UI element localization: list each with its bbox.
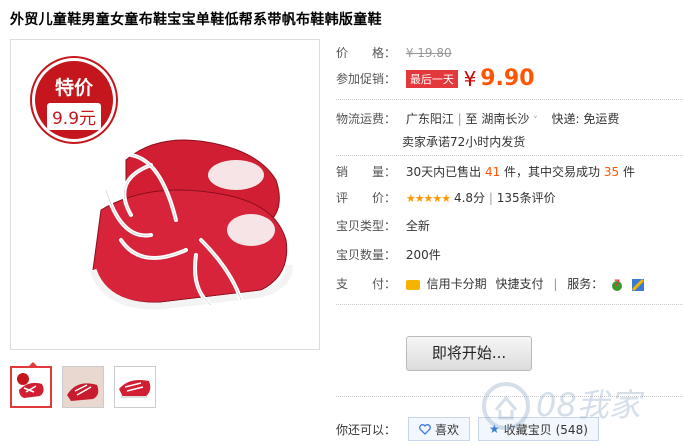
sales-row: 销 量： 30天内已售出 41 件，其中交易成功 35 件 — [336, 163, 635, 180]
sales-suffix: 件 — [623, 165, 636, 179]
shipping-from: 广东阳江 — [405, 112, 454, 126]
divider — [336, 99, 683, 100]
badge-price: 9.9元 — [46, 103, 102, 130]
sales-label: 销 量： — [336, 165, 397, 179]
payment-row: 支 付： 信用卡分期 快捷支付 | 服务： 7 — [336, 275, 645, 292]
watermark: 08我家 — [476, 366, 683, 446]
type-label: 宝贝类型： — [336, 219, 397, 233]
thumbnail-1[interactable] — [10, 366, 52, 408]
svg-text:7: 7 — [614, 279, 620, 289]
like-label: 喜欢 — [435, 422, 460, 437]
promo-currency: ¥ — [463, 66, 477, 91]
product-title: 外贸儿童鞋男童女童布鞋宝宝单鞋低帮系带帆布鞋韩版童鞋 — [10, 12, 382, 28]
price-label: 价 格： — [336, 46, 397, 60]
promo-tag: 最后一天 — [405, 69, 458, 88]
divider — [336, 304, 683, 305]
badge-title: 特价 — [54, 77, 93, 99]
main-product-image[interactable]: 特价 9.9元 — [10, 39, 320, 350]
shipping-fee: 快递: 免运费 — [551, 112, 620, 126]
sales-success-count: 35 — [603, 165, 620, 179]
thumbnail-2[interactable] — [62, 366, 104, 408]
rating-label: 评 价： — [336, 191, 397, 205]
sale-badge: 特价 9.9元 — [32, 58, 116, 142]
credit-card-icon — [405, 279, 420, 290]
divider — [336, 155, 683, 156]
seven-day-return-icon[interactable]: 7 — [610, 278, 624, 292]
quantity-row: 宝贝数量： 200件 — [336, 246, 441, 263]
shipping-destination[interactable]: 湖南长沙 — [481, 112, 529, 126]
heart-icon — [419, 423, 431, 435]
quantity-value: 200件 — [405, 248, 441, 262]
thumbnail-3[interactable] — [114, 366, 156, 408]
shipping-sep: 至 — [465, 112, 478, 126]
chevron-down-icon[interactable]: ˅ — [533, 116, 538, 126]
quantity-label: 宝贝数量： — [336, 248, 397, 262]
like-button[interactable]: 喜欢 — [408, 417, 471, 441]
sales-mid: 件，其中交易成功 — [504, 165, 601, 179]
promo-row: 参加促销： 最后一天 ¥ 9.90 — [336, 66, 535, 91]
shipping-note: 卖家承诺72小时内发货 — [402, 135, 526, 149]
rating-count-link[interactable]: 135条评价 — [497, 191, 556, 205]
promo-label: 参加促销： — [336, 72, 397, 86]
watermark-text: 08我家 — [536, 386, 645, 424]
payment-label: 支 付： — [336, 277, 397, 291]
service-label: 服务： — [567, 277, 604, 291]
rating-score: 4.8分 — [453, 191, 486, 205]
thumbnail-strip — [10, 366, 156, 408]
sales-count: 41 — [484, 165, 501, 179]
type-value: 全新 — [405, 219, 430, 233]
type-row: 宝贝类型： 全新 — [336, 217, 430, 234]
payment-credit[interactable]: 信用卡分期 — [427, 277, 487, 291]
original-price: ¥ 19.80 — [405, 46, 452, 60]
payment-quick[interactable]: 快捷支付 — [496, 277, 544, 291]
price-row: 价 格： ¥ 19.80 — [336, 44, 452, 61]
shipping-label: 物流运费： — [336, 112, 397, 126]
shipping-row: 物流运费： 广东阳江 | 至 湖南长沙 ˅ 快递: 免运费 — [336, 112, 620, 126]
rating-stars-icon: ★★★★★ — [405, 192, 451, 205]
rating-row: 评 价： ★★★★★ 4.8分 | 135条评价 — [336, 191, 556, 205]
promo-price: 9.90 — [480, 66, 535, 91]
sales-prefix: 30天内已售出 — [405, 165, 482, 179]
guarantee-icon[interactable] — [631, 278, 645, 292]
bottom-label: 你还可以： — [336, 422, 397, 437]
